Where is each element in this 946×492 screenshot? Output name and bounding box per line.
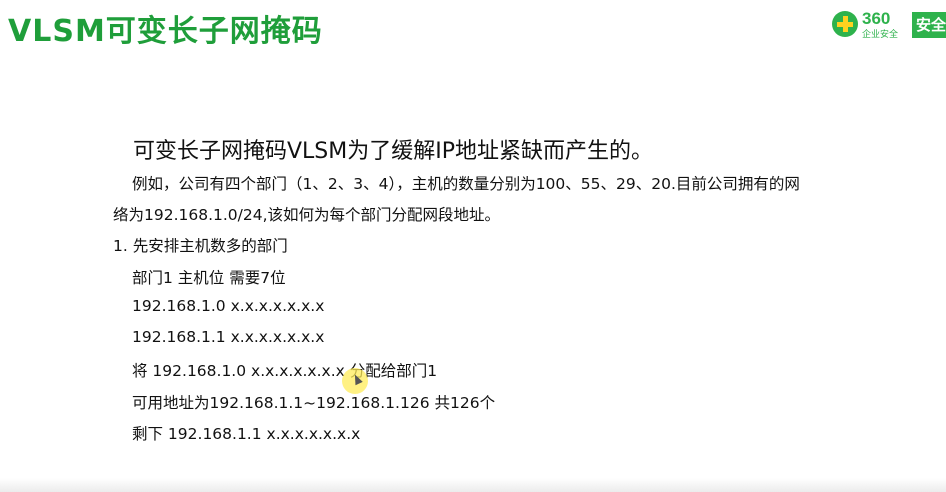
slide-title: VLSM可变长子网掩码: [8, 14, 323, 49]
brand-logo: 360 企业安全 安全: [832, 9, 946, 41]
content-line: 将 192.168.1.0 x.x.x.x.x.x.x 分配给部门1: [132, 362, 438, 380]
brand-number: 360: [862, 9, 891, 28]
plus-badge-icon: [832, 11, 858, 37]
brand-subtitle: 企业安全: [862, 30, 899, 40]
content-line: 192.168.1.1 x.x.x.x.x.x.x: [132, 328, 325, 346]
content-line: 可用地址为192.168.1.1~192.168.1.126 共126个: [132, 394, 496, 412]
intro-line-1: 例如，公司有四个部门（1、2、3、4），主机的数量分别为100、55、29、20…: [132, 175, 800, 193]
content-line: 剩下 192.168.1.1 x.x.x.x.x.x.x: [132, 425, 361, 443]
bottom-edge: [0, 478, 946, 492]
intro-line-2: 络为192.168.1.0/24,该如何为每个部门分配网段地址。: [113, 206, 501, 224]
step-1: 1. 先安排主机数多的部门: [113, 237, 288, 255]
slide-heading: 可变长子网掩码VLSM为了缓解IP地址紧缺而产生的。: [133, 139, 654, 164]
brand-box-label: 安全: [912, 12, 946, 38]
content-line: 部门1 主机位 需要7位: [132, 269, 286, 287]
content-line: 192.168.1.0 x.x.x.x.x.x.x: [132, 297, 325, 315]
